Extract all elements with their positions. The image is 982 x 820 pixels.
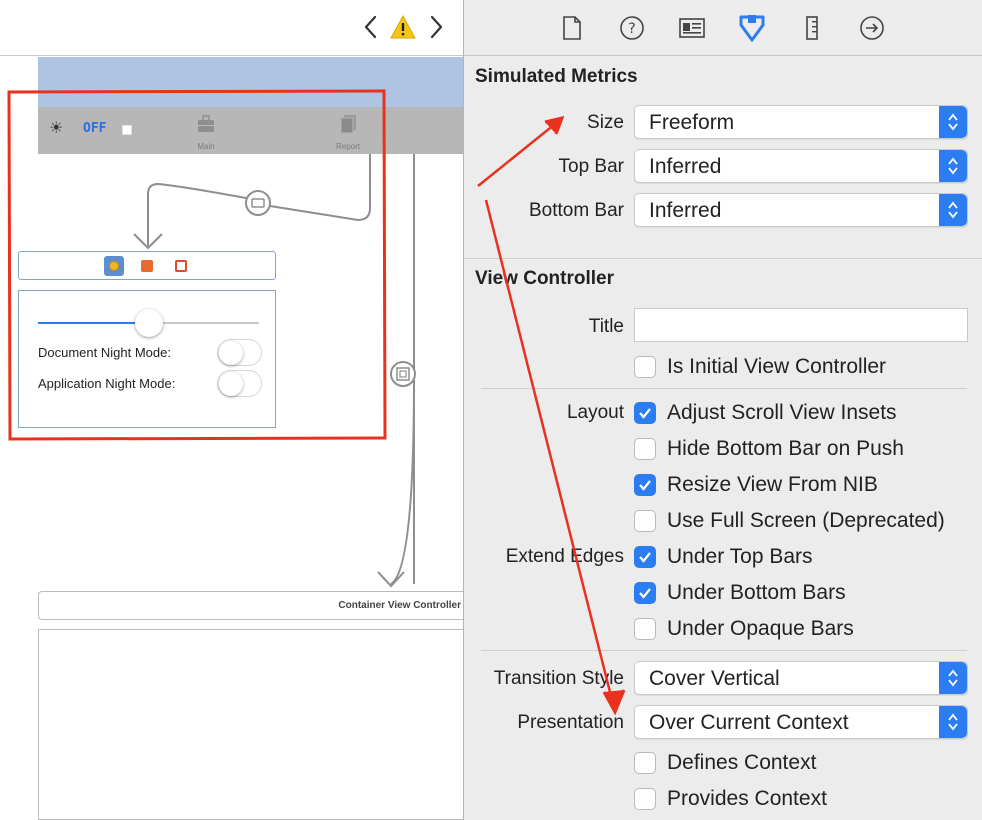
application-night-mode-switch[interactable]	[217, 370, 262, 397]
brightness-slider[interactable]	[38, 309, 259, 337]
under-bottom-bars-label: Under Bottom Bars	[667, 581, 846, 604]
under-opaque-bars-checkbox[interactable]: Under Opaque Bars	[634, 617, 854, 641]
canvas-toolbar	[0, 0, 463, 56]
use-full-screen-label: Use Full Screen (Deprecated)	[667, 509, 945, 532]
document-night-mode-label: Document Night Mode:	[38, 345, 171, 360]
simulated-metrics-heading: Simulated Metrics	[475, 66, 638, 87]
presentation-popup[interactable]: Over Current Context	[634, 705, 968, 739]
connections-inspector-icon[interactable]	[857, 13, 887, 43]
provides-context-label: Provides Context	[667, 787, 827, 810]
identity-inspector-icon[interactable]	[677, 13, 707, 43]
tab-main[interactable]: Main	[176, 113, 236, 151]
title-field[interactable]	[634, 308, 968, 342]
row-divider	[481, 650, 967, 651]
checkbox-unchecked	[634, 438, 656, 460]
transition-style-popup[interactable]: Cover Vertical	[634, 661, 968, 695]
export-icon[interactable]	[175, 260, 187, 272]
forward-chevron-icon[interactable]	[424, 12, 450, 42]
popup-stepper-icon	[939, 194, 967, 226]
under-opaque-bars-label: Under Opaque Bars	[667, 617, 854, 640]
brightness-slider-knob[interactable]	[134, 309, 163, 337]
bottom-bar-value: Inferred	[649, 199, 722, 222]
is-initial-label: Is Initial View Controller	[667, 355, 887, 378]
extend-edges-label: Extend Edges	[505, 546, 624, 567]
checkbox-unchecked	[634, 752, 656, 774]
night-mode-settings-view: Document Night Mode: Application Night M…	[18, 290, 276, 428]
container-view-controller-bar[interactable]: Container View Controller	[38, 591, 463, 620]
storyboard-canvas: Main Report ☀ OFF Document Night Mode: A…	[0, 0, 463, 820]
popup-stepper-icon	[939, 106, 967, 138]
attributes-inspector-icon[interactable]	[737, 13, 767, 43]
tab-main-label: Main	[197, 142, 215, 151]
view-controller-heading: View Controller	[475, 268, 615, 289]
brightness-slider-fill	[38, 322, 149, 324]
popup-stepper-icon	[939, 150, 967, 182]
bottom-bar-popup[interactable]: Inferred	[634, 193, 968, 227]
adjust-scroll-checkbox[interactable]: Adjust Scroll View Insets	[634, 401, 897, 425]
checkmark-icon	[634, 546, 656, 568]
scene-navigation-area	[38, 57, 463, 107]
inspector-tab-bar: ?	[464, 0, 982, 56]
back-chevron-icon[interactable]	[357, 12, 383, 42]
container-view-controller-scene[interactable]	[38, 629, 463, 820]
title-label: Title	[588, 316, 624, 337]
size-value: Freeform	[649, 111, 735, 134]
size-inspector-icon[interactable]	[797, 13, 827, 43]
tab-report-label: Report	[335, 142, 360, 151]
is-initial-checkbox[interactable]: Is Initial View Controller	[634, 355, 886, 379]
transition-style-label: Transition Style	[493, 668, 624, 689]
night-mode-checkbox[interactable]	[122, 125, 132, 135]
defines-context-label: Defines Context	[667, 751, 817, 774]
checkbox-unchecked	[634, 510, 656, 532]
row-divider	[481, 388, 967, 389]
checkmark-icon	[634, 474, 656, 496]
hide-bottom-bar-checkbox[interactable]: Hide Bottom Bar on Push	[634, 437, 904, 461]
hide-bottom-bar-label: Hide Bottom Bar on Push	[667, 437, 904, 460]
top-bar-label: Top Bar	[558, 156, 624, 177]
checkmark-icon	[634, 402, 656, 424]
warning-icon[interactable]	[390, 12, 416, 42]
popup-stepper-icon	[939, 662, 967, 694]
checkbox-unchecked	[634, 356, 656, 378]
tab-report[interactable]: Report	[318, 113, 378, 151]
briefcase-icon	[198, 115, 214, 132]
layout-label: Layout	[566, 402, 624, 423]
popup-stepper-icon	[939, 706, 967, 738]
top-bar-popup[interactable]: Inferred	[634, 149, 968, 183]
use-full-screen-checkbox[interactable]: Use Full Screen (Deprecated)	[634, 509, 945, 533]
transition-style-value: Cover Vertical	[649, 667, 780, 690]
checkbox-unchecked	[634, 618, 656, 640]
size-popup[interactable]: Freeform	[634, 105, 968, 139]
sun-icon[interactable]: ☀	[49, 121, 63, 137]
checkmark-icon	[634, 582, 656, 604]
night-mode-toggle-label[interactable]: OFF	[83, 121, 106, 136]
file-inspector-icon[interactable]	[557, 13, 587, 43]
application-night-mode-label: Application Night Mode:	[38, 376, 176, 391]
adjust-scroll-label: Adjust Scroll View Insets	[667, 401, 897, 424]
documents-icon	[340, 115, 356, 134]
provides-context-checkbox[interactable]: Provides Context	[634, 787, 827, 811]
defines-context-checkbox[interactable]: Defines Context	[634, 751, 816, 775]
section-divider	[464, 258, 982, 259]
document-night-mode-switch[interactable]	[217, 339, 262, 366]
size-label: Size	[587, 112, 624, 133]
resize-view-label: Resize View From NIB	[667, 473, 878, 496]
resize-view-checkbox[interactable]: Resize View From NIB	[634, 473, 878, 497]
under-top-bars-checkbox[interactable]: Under Top Bars	[634, 545, 813, 569]
container-view-controller-title: Container View Controller	[338, 600, 461, 611]
top-bar-value: Inferred	[649, 155, 722, 178]
cube-icon[interactable]	[141, 260, 153, 272]
presentation-value: Over Current Context	[649, 711, 849, 734]
under-bottom-bars-checkbox[interactable]: Under Bottom Bars	[634, 581, 846, 605]
bottom-bar-label: Bottom Bar	[528, 200, 624, 221]
toolbar-segment-box	[18, 251, 276, 280]
presentation-label: Presentation	[517, 712, 624, 733]
sun-toggle-icon[interactable]	[104, 256, 124, 276]
under-top-bars-label: Under Top Bars	[667, 545, 813, 568]
attributes-inspector: ? Simulated Metrics Size Freeform Top Ba…	[463, 0, 982, 820]
svg-text:?: ?	[628, 21, 635, 37]
checkbox-unchecked	[634, 788, 656, 810]
help-icon[interactable]: ?	[617, 13, 647, 43]
